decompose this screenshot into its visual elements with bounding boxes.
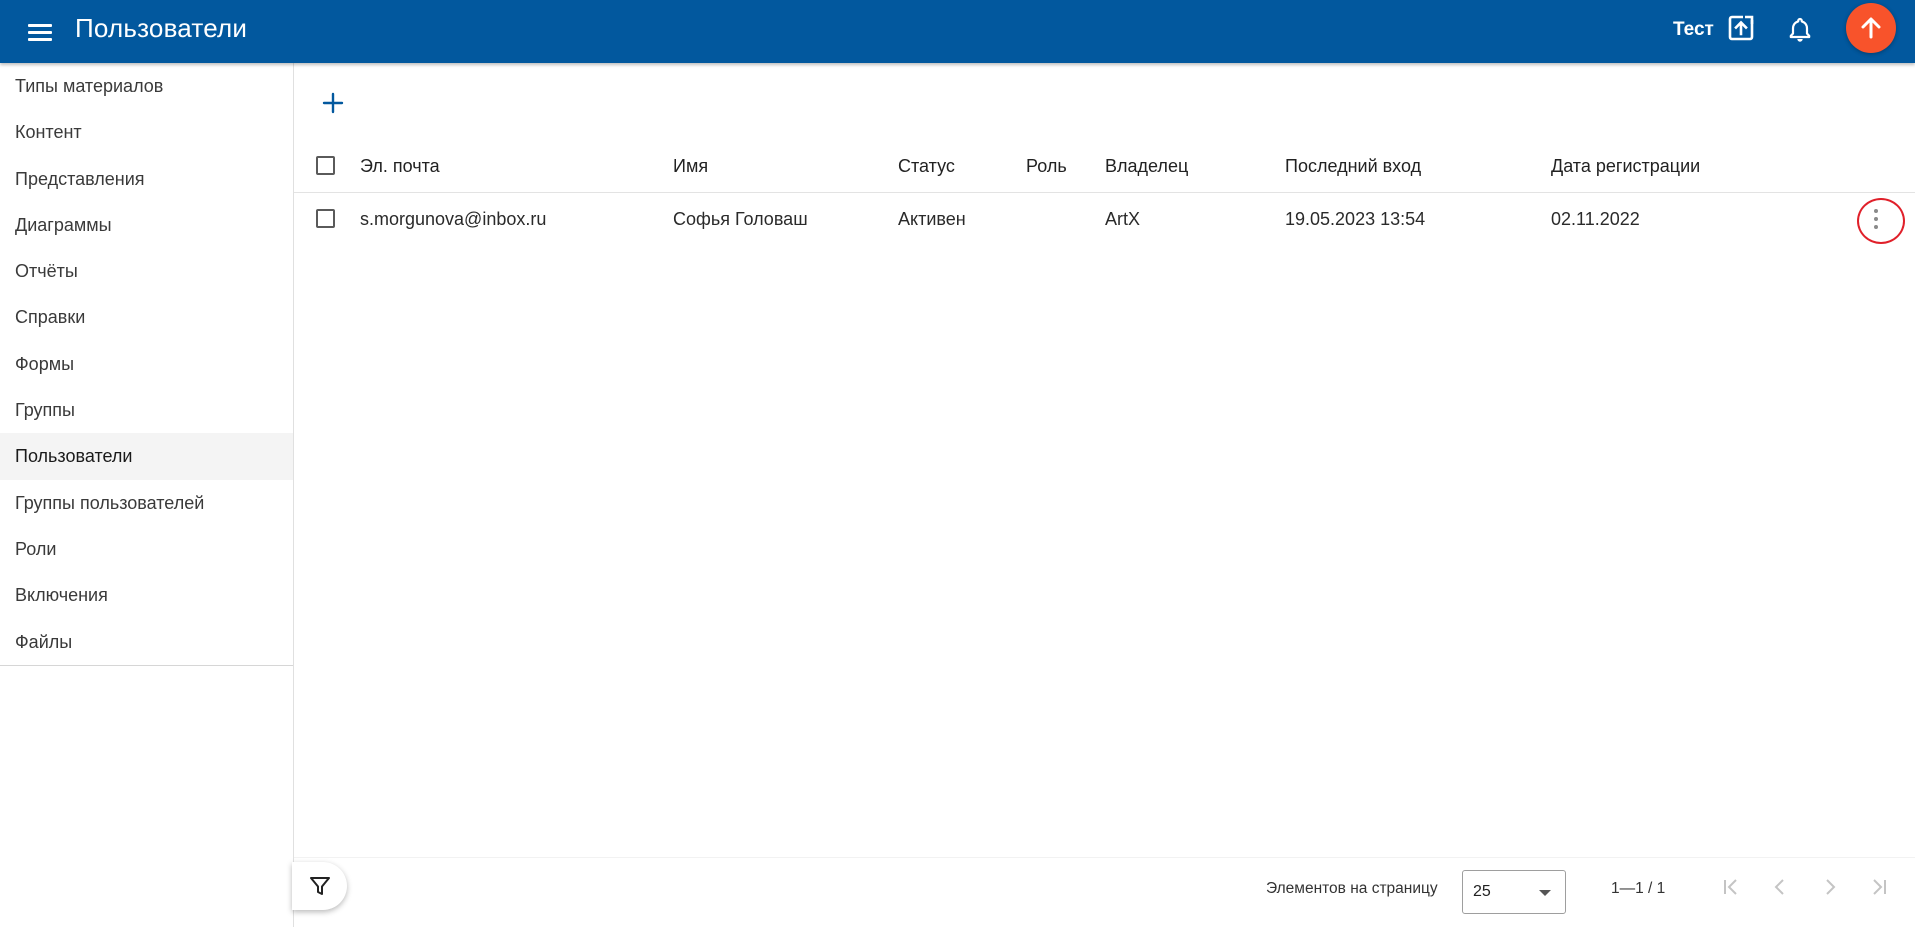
select-all-checkbox[interactable] — [316, 156, 335, 175]
sidebar-item-charts[interactable]: Диаграммы — [0, 202, 293, 248]
paginator: Элементов на страницу 25 1—1 / 1 — [292, 857, 1915, 928]
items-per-page-value: 25 — [1473, 883, 1491, 900]
last-page-icon — [1873, 879, 1886, 895]
sidebar-item-material-types[interactable]: Типы материалов — [0, 63, 293, 109]
column-header-role[interactable]: Роль — [1026, 140, 1067, 192]
arrow-up-icon — [1861, 17, 1881, 39]
sidebar-item-roles[interactable]: Роли — [0, 526, 293, 572]
sidebar-item-groups[interactable]: Группы — [0, 387, 293, 433]
sidebar-item-files[interactable]: Файлы — [0, 619, 293, 665]
previous-page-button[interactable] — [1765, 872, 1795, 902]
last-page-button[interactable] — [1864, 872, 1894, 902]
column-header-owner[interactable]: Владелец — [1105, 140, 1188, 192]
cell-email: s.morgunova@inbox.ru — [360, 209, 547, 229]
column-header-status[interactable]: Статус — [898, 140, 955, 192]
column-header-registered[interactable]: Дата регистрации — [1551, 140, 1700, 192]
filter-icon — [309, 877, 330, 895]
users-table: Эл. почта Имя Статус Роль Владелец После… — [294, 140, 1915, 245]
table-header-row: Эл. почта Имя Статус Роль Владелец После… — [294, 140, 1915, 193]
table-row[interactable]: s.morgunova@inbox.ru Софья Головаш Актив… — [294, 193, 1915, 245]
sidebar-item-references[interactable]: Справки — [0, 294, 293, 340]
cell-last-login: 19.05.2023 13:54 — [1285, 209, 1426, 229]
sidebar-nav: Типы материалов Контент Представления Ди… — [0, 63, 293, 666]
column-header-name[interactable]: Имя — [673, 140, 708, 192]
filter-button[interactable] — [292, 862, 347, 910]
sidebar-item-inclusions[interactable]: Включения — [0, 572, 293, 618]
sidebar-item-forms[interactable]: Формы — [0, 341, 293, 387]
cell-registered: 02.11.2022 — [1551, 209, 1640, 229]
sidebar-item-users[interactable]: Пользователи — [0, 433, 293, 480]
items-per-page-select[interactable]: 25 — [1462, 870, 1566, 914]
user-name: Тест — [1673, 19, 1714, 40]
sidebar-item-views[interactable]: Представления — [0, 156, 293, 202]
row-checkbox[interactable] — [316, 209, 335, 228]
logout-icon[interactable] — [1727, 14, 1755, 42]
sidebar-item-reports[interactable]: Отчёты — [0, 248, 293, 294]
sidebar-item-user-groups[interactable]: Группы пользователей — [0, 480, 293, 526]
highlight-circle-annotation — [1857, 198, 1905, 244]
column-header-last-login[interactable]: Последний вход — [1285, 140, 1421, 192]
top-app-bar: Пользователи Тест — [0, 0, 1915, 63]
first-page-icon — [1724, 879, 1737, 895]
menu-icon[interactable] — [24, 16, 56, 48]
page-range-label: 1—1 / 1 — [1611, 880, 1666, 897]
scroll-up-button[interactable] — [1846, 3, 1896, 53]
add-user-button[interactable] — [316, 86, 350, 120]
cell-name: Софья Головаш — [673, 209, 808, 229]
chevron-down-icon — [1539, 890, 1551, 896]
cell-status: Активен — [898, 209, 966, 229]
cell-owner: ArtX — [1105, 209, 1141, 229]
first-page-button[interactable] — [1716, 872, 1746, 902]
sidebar: Типы материалов Контент Представления Ди… — [0, 63, 294, 927]
column-header-email[interactable]: Эл. почта — [360, 140, 440, 192]
sidebar-item-content[interactable]: Контент — [0, 109, 293, 155]
items-per-page-label: Элементов на страницу — [1266, 880, 1438, 897]
chevron-right-icon — [1826, 879, 1836, 895]
page-title: Пользователи — [75, 13, 248, 43]
chevron-left-icon — [1774, 879, 1784, 895]
bell-icon[interactable] — [1785, 14, 1815, 44]
next-page-button[interactable] — [1815, 872, 1845, 902]
